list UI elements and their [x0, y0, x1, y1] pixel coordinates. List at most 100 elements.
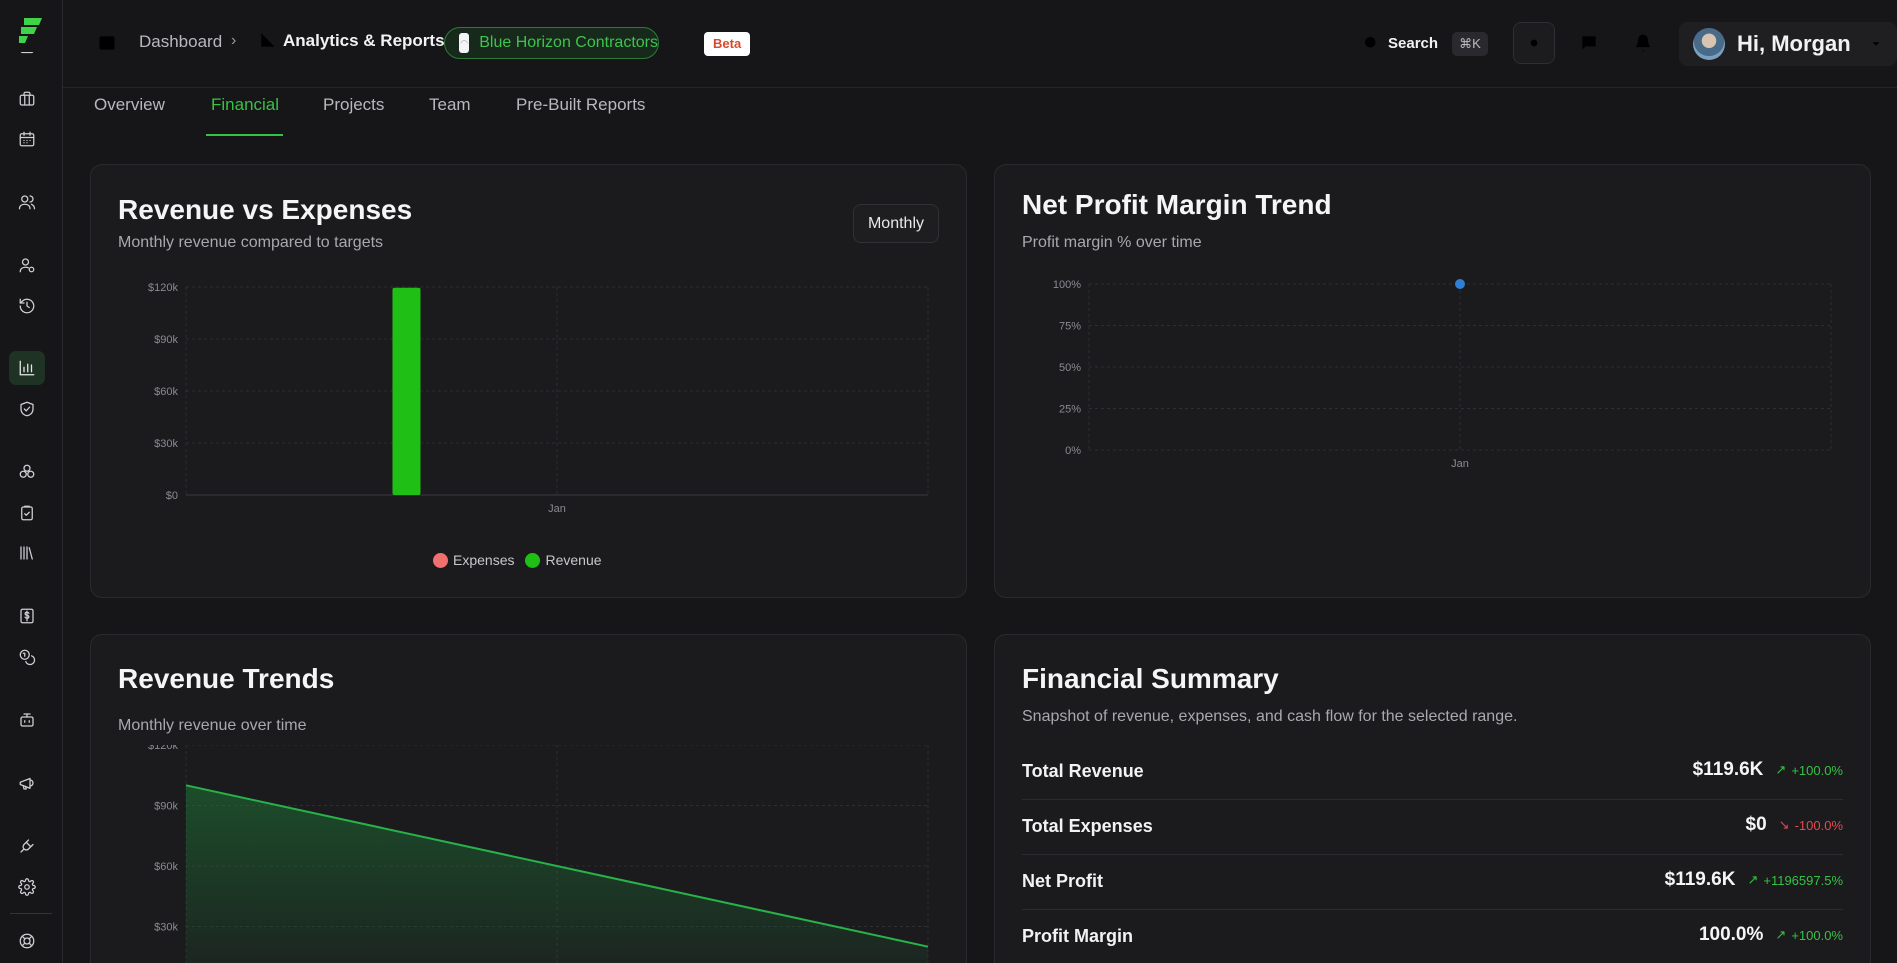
- card-subtitle: Snapshot of revenue, expenses, and cash …: [1022, 708, 1518, 725]
- gear-icon[interactable]: [16, 876, 38, 898]
- sidebar: [0, 0, 63, 963]
- history-icon[interactable]: [16, 295, 38, 317]
- report-tabs: Overview Financial Projects Team Pre-Bui…: [63, 88, 1897, 138]
- y-tick-label: $60k: [154, 861, 178, 873]
- coins-icon[interactable]: [16, 646, 38, 668]
- trend-up-icon: ↗: [1775, 927, 1787, 942]
- shield-check-icon[interactable]: [16, 398, 38, 420]
- data-point: [1455, 279, 1465, 289]
- bar-chart-icon[interactable]: [9, 351, 45, 385]
- breadcrumb-separator: ›: [231, 32, 237, 49]
- summary-value: 100.0%: [1698, 924, 1764, 945]
- summary-row-total-expenses: Total Expenses $0 ↘ -100.0%: [1022, 800, 1843, 855]
- card-subtitle: Profit margin % over time: [1022, 234, 1202, 251]
- revenue-vs-expenses-card: Revenue vs Expenses Monthly revenue comp…: [90, 164, 967, 598]
- plug-icon[interactable]: [16, 835, 38, 857]
- summary-change: -100.0%: [1794, 817, 1843, 833]
- revenue-vs-expenses-chart: $0 $30k $60k $90k $120k Jan: [148, 282, 929, 515]
- tab-financial[interactable]: Financial: [211, 95, 279, 115]
- chevron-down-icon: [1872, 42, 1880, 46]
- y-tick-label: $30k: [154, 922, 178, 934]
- x-tick-label: Jan: [1451, 458, 1469, 470]
- org-name: Blue Horizon Contractors: [479, 34, 658, 51]
- tab-projects[interactable]: Projects: [323, 95, 384, 115]
- y-tick-label: $90k: [154, 334, 178, 346]
- y-tick-label: $120k: [148, 282, 178, 294]
- breadcrumb-current: Analytics & Reports: [283, 31, 445, 50]
- y-tick-label: 50%: [1059, 362, 1081, 374]
- search-shortcut: ⌘K: [1452, 32, 1488, 56]
- card-title: Net Profit Margin Trend: [1022, 189, 1332, 220]
- briefcase-icon[interactable]: [16, 88, 38, 110]
- dollar-doc-icon[interactable]: [16, 605, 38, 627]
- sun-icon: [1525, 34, 1543, 52]
- message-icon[interactable]: [1579, 33, 1599, 53]
- theme-toggle-button[interactable]: [1513, 22, 1555, 64]
- y-tick-label: $0: [166, 490, 178, 502]
- org-logo: ◠: [459, 33, 470, 53]
- avatar: [1693, 28, 1725, 60]
- period-select-button[interactable]: Monthly: [852, 204, 939, 243]
- user-menu[interactable]: Hi, Morgan: [1679, 22, 1897, 66]
- legend-label-revenue[interactable]: Revenue: [545, 552, 601, 568]
- summary-label: Total Expenses: [1022, 816, 1153, 836]
- search-button[interactable]: Search: [1388, 35, 1438, 52]
- summary-value: $0: [1745, 814, 1767, 835]
- y-tick-label: $30k: [154, 438, 178, 450]
- summary-row-profit-margin: Profit Margin 100.0% ↗ +100.0%: [1022, 910, 1843, 963]
- summary-change: +1196597.5%: [1763, 872, 1843, 888]
- top-header: Dashboard › Analytics & Reports ◠ Blue H…: [63, 0, 1897, 88]
- legend-swatch-expenses: [433, 552, 448, 568]
- summary-change: +100.0%: [1791, 927, 1843, 943]
- card-subtitle: Monthly revenue over time: [118, 717, 307, 734]
- top-item-icon[interactable]: [16, 52, 38, 62]
- y-tick-label: 25%: [1059, 404, 1081, 416]
- summary-value: $119.6K: [1692, 759, 1764, 780]
- breadcrumb-dashboard[interactable]: Dashboard: [139, 32, 222, 52]
- card-title: Financial Summary: [1022, 663, 1279, 694]
- tab-overview[interactable]: Overview: [94, 95, 165, 115]
- cubes-icon[interactable]: [16, 461, 38, 483]
- user-greeting: Hi, Morgan: [1737, 31, 1851, 56]
- card-title: Revenue vs Expenses: [118, 194, 413, 225]
- trend-up-icon: ↗: [1747, 872, 1759, 887]
- clipboard-check-icon[interactable]: [16, 502, 38, 524]
- users-icon[interactable]: [16, 191, 38, 213]
- y-tick-label: 0%: [1065, 445, 1081, 457]
- summary-change: +100.0%: [1791, 762, 1843, 778]
- search-icon[interactable]: [1362, 34, 1380, 52]
- user-cog-icon[interactable]: [16, 254, 38, 276]
- trend-down-icon: ↘: [1778, 817, 1790, 832]
- net-profit-margin-card: Net Profit Margin Trend Profit margin % …: [994, 164, 1871, 598]
- sidebar-divider: [10, 913, 52, 914]
- panel-toggle-icon[interactable]: [97, 33, 117, 53]
- library-icon[interactable]: [16, 542, 38, 564]
- trend-up-icon: ↗: [1775, 762, 1787, 777]
- revenue-trends-chart: $120k $90k $60k $30k: [148, 745, 929, 963]
- help-circle-icon[interactable]: [16, 930, 38, 952]
- bell-icon[interactable]: [1633, 33, 1653, 53]
- app-logo[interactable]: [15, 14, 47, 46]
- summary-row-net-profit: Net Profit $119.6K ↗ +1196597.5%: [1022, 855, 1843, 910]
- summary-label: Net Profit: [1022, 871, 1103, 891]
- beta-badge: Beta: [704, 32, 751, 56]
- chart-legend: Expenses Revenue: [433, 552, 602, 568]
- tab-pre-built-reports[interactable]: Pre-Built Reports: [516, 95, 645, 115]
- legend-label-expenses[interactable]: Expenses: [453, 552, 514, 568]
- active-tab-indicator: [206, 134, 283, 136]
- card-subtitle: Monthly revenue compared to targets: [118, 234, 384, 251]
- y-tick-label: $90k: [154, 801, 178, 813]
- card-title: Revenue Trends: [118, 663, 335, 694]
- summary-row-total-revenue: Total Revenue $119.6K ↗ +100.0%: [1022, 745, 1843, 800]
- summary-label: Profit Margin: [1022, 926, 1133, 946]
- megaphone-icon[interactable]: [16, 772, 38, 794]
- calendar-icon[interactable]: [16, 128, 38, 150]
- org-selector[interactable]: ◠ Blue Horizon Contractors: [444, 27, 659, 59]
- tab-team[interactable]: Team: [429, 95, 471, 115]
- y-tick-label: $60k: [154, 386, 178, 398]
- bot-icon[interactable]: [16, 709, 38, 731]
- y-tick-label: $120k: [148, 745, 178, 752]
- bar-chart-icon: [261, 33, 275, 47]
- x-tick-label: Jan: [548, 503, 566, 515]
- financial-summary-card: Financial Summary Snapshot of revenue, e…: [994, 634, 1871, 963]
